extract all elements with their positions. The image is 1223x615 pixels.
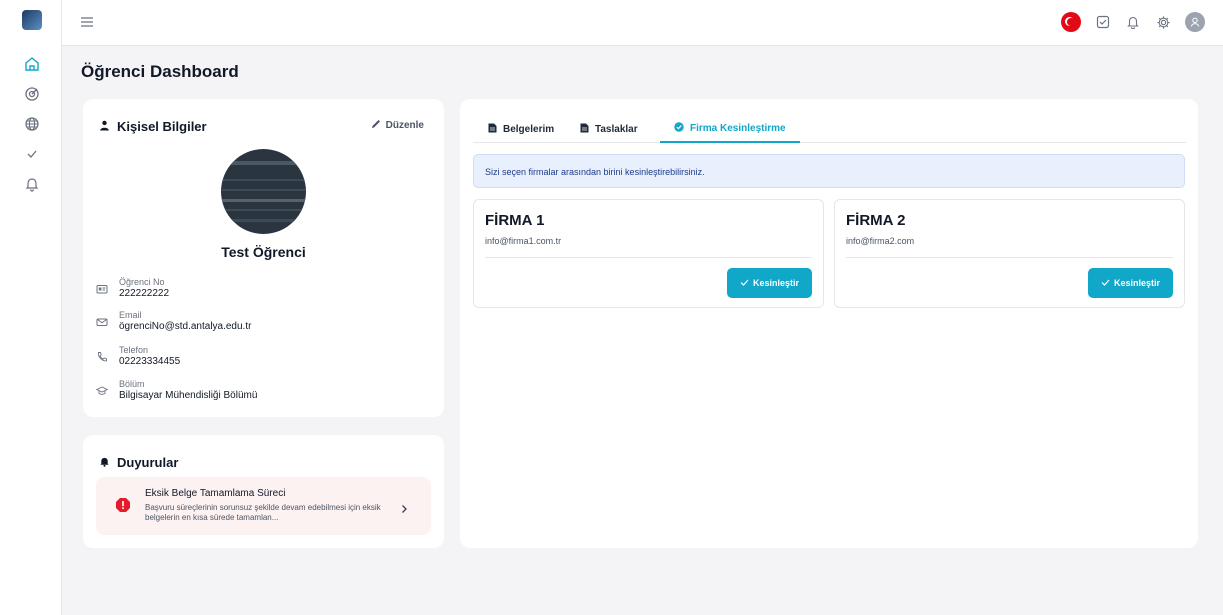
menu-icon[interactable] [80,15,94,29]
announcement-description: Başvuru süreçlerinin sorunsuz şekilde de… [145,503,381,522]
divider [485,257,812,258]
personal-info-card: Kişisel Bilgiler Düzenle Test Öğrenci Öğ… [83,99,444,417]
announcements-card: Duyurular Eksik Belge Tamamlama Süreci B… [83,435,444,548]
firm-card: FİRMA 1 info@firma1.com.tr Kesinleştir [473,199,824,308]
home-icon[interactable] [24,56,40,72]
info-student-no: Öğrenci No 222222222 [96,277,169,300]
bell-icon [99,455,110,470]
top-bar [62,0,1223,46]
documents-card: Belgelerim Taslaklar Firma Kesinleştirme… [460,99,1198,548]
info-phone: Telefon 02223334455 [96,345,180,368]
announcements-header: Duyurular [99,455,178,470]
info-email: Email ögrenciNo@std.antalya.edu.tr [96,310,251,333]
tab-belgelerim[interactable]: Belgelerim [488,116,554,143]
check-icon [1101,278,1110,289]
globe-icon[interactable] [24,116,40,132]
confirm-firm-button[interactable]: Kesinleştir [1087,268,1173,298]
announcement-item[interactable]: Eksik Belge Tamamlama Süreci Başvuru sür… [96,477,431,535]
id-card-icon [96,283,108,295]
graduation-cap-icon [96,385,108,397]
phone-icon [96,351,108,363]
edit-button[interactable]: Düzenle [371,119,424,132]
gear-icon[interactable] [1155,14,1171,30]
check-square-icon[interactable] [24,146,40,162]
firm-email: info@firma1.com.tr [485,236,562,246]
bell-icon[interactable] [24,176,40,192]
target-icon[interactable] [24,86,40,102]
tab-taslaklar[interactable]: Taslaklar [580,116,638,143]
firm-email: info@firma2.com [846,236,915,246]
turkey-flag-icon[interactable] [1061,12,1081,32]
app-logo[interactable] [22,10,42,30]
announcement-title: Eksik Belge Tamamlama Süreci [145,488,286,499]
bell-icon[interactable] [1125,14,1141,30]
user-icon [99,119,110,134]
pencil-icon [371,119,381,132]
firm-name: FİRMA 2 [846,212,906,229]
profile-name: Test Öğrenci [221,244,306,260]
firm-card: FİRMA 2 info@firma2.com Kesinleştir [834,199,1185,308]
sidebar [0,0,62,615]
page-title: Öğrenci Dashboard [81,62,239,81]
check-badge-icon [674,122,684,135]
confirm-firm-button[interactable]: Kesinleştir [726,268,812,298]
document-icon [488,123,497,136]
divider [846,257,1173,258]
info-department: Bölüm Bilgisayar Mühendisliği Bölümü [96,379,257,402]
user-avatar-icon[interactable] [1185,12,1205,32]
alert-icon [115,497,131,513]
check-square-icon[interactable] [1095,14,1111,30]
chevron-right-icon[interactable] [399,501,409,513]
tab-bar: Belgelerim Taslaklar Firma Kesinleştirme [473,116,1186,143]
profile-photo [221,149,306,234]
mail-icon [96,316,108,328]
personal-info-header: Kişisel Bilgiler [99,119,207,134]
info-banner: Sizi seçen firmalar arasından birini kes… [473,154,1185,188]
document-icon [580,123,589,136]
tab-firma-kesinlestirme[interactable]: Firma Kesinleştirme [660,116,800,143]
firm-name: FİRMA 1 [485,212,545,229]
check-icon [740,278,749,289]
